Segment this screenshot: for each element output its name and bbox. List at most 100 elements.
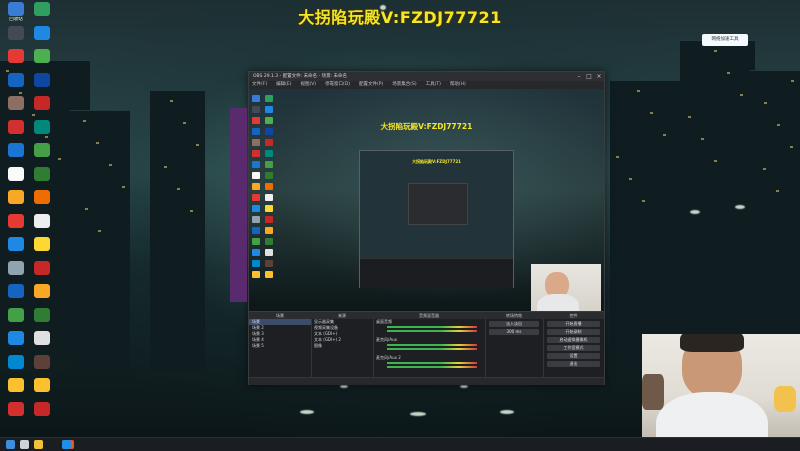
- nested-banner: 大拐陷玩殿V:FZDJ77721: [412, 159, 461, 164]
- building-window: [96, 142, 99, 144]
- start-icon[interactable]: [6, 440, 15, 449]
- app-icon: [8, 143, 24, 157]
- minimize-icon[interactable]: –: [574, 72, 584, 81]
- preview-desktop-icon: [252, 106, 260, 113]
- preview-desktop-icon: [265, 260, 273, 267]
- ceiling-light: [340, 385, 348, 388]
- preview-desktop-icon: [252, 183, 260, 190]
- building-window: [727, 72, 730, 74]
- preview-desktop-icon: [252, 128, 260, 135]
- close-icon[interactable]: ×: [594, 72, 604, 81]
- ceiling-light: [735, 205, 745, 209]
- obs-menu-bar: 文件(F) 编辑(E) 视图(V) 停靠窗口(D) 配置文件(P) 场景集合(S) 工具(T…: [249, 81, 604, 89]
- app-icon: [34, 25, 50, 40]
- obs-menu-item[interactable]: 工具(T): [426, 82, 441, 87]
- source-item[interactable]: 图像: [311, 343, 373, 349]
- app-icon: [34, 119, 50, 134]
- maximize-icon[interactable]: □: [584, 72, 594, 81]
- app-icon: [34, 96, 50, 110]
- app-icon: [8, 331, 24, 345]
- obs-menu-item[interactable]: 视图(V): [300, 82, 316, 87]
- obs-menu-item[interactable]: 文件(F): [252, 82, 267, 87]
- obs-menu-item[interactable]: 停靠窗口(D): [325, 82, 350, 87]
- app-icon: [34, 401, 50, 416]
- building-window: [790, 146, 793, 148]
- app-icon: [34, 354, 50, 369]
- audio-meter: [387, 348, 477, 350]
- app-icon: [34, 72, 50, 87]
- building-window: [109, 164, 112, 166]
- obs-menu-item[interactable]: 场景集合(S): [392, 82, 416, 87]
- preview-desktop-icon: [265, 172, 273, 179]
- preview-desktop-icon: [252, 95, 260, 102]
- sources-dock: 来源 显示器采集 视频采集设备 文本 (GDI+) 文本 (GDI+) 2 图像: [311, 312, 374, 378]
- building-window: [740, 94, 743, 96]
- nested-preview: 大拐陷玩殿V:FZDJ77721: [359, 150, 514, 288]
- app-icon: [8, 96, 24, 110]
- obs-control-button[interactable]: 开始录制: [547, 329, 600, 335]
- preview-desktop-icon: [252, 205, 260, 212]
- preview-desktop-icon: [252, 216, 260, 223]
- transition-select[interactable]: 淡入淡出: [489, 321, 539, 327]
- preview-desktop-icon: [252, 249, 260, 256]
- ceiling-light: [500, 410, 514, 414]
- building-window: [190, 210, 193, 212]
- transitions-dock-title: 转场特效: [485, 312, 543, 319]
- ceiling-light: [690, 210, 700, 214]
- transition-duration[interactable]: 300 ms: [489, 329, 539, 335]
- nested-obs-docks: [360, 258, 513, 288]
- desktop-icon[interactable]: [24, 401, 60, 432]
- sources-dock-title: 来源: [311, 312, 373, 319]
- building-window: [183, 122, 186, 124]
- obs-menu-item[interactable]: 配置文件(P): [359, 82, 383, 87]
- background-building: [750, 70, 800, 371]
- audio-meter: [387, 366, 477, 368]
- app-icon: [34, 166, 50, 181]
- obs-window[interactable]: OBS 29.1.3 - 配置文件: 未命名 - 场景: 未命名 – □ × 文…: [230, 71, 605, 385]
- floating-widget[interactable]: 网络加速工具: [702, 34, 748, 46]
- obs-title: OBS 29.1.3 - 配置文件: 未命名 - 场景: 未命名: [253, 74, 348, 79]
- explorer-icon[interactable]: [34, 440, 43, 449]
- audio-meter: [387, 344, 477, 346]
- preview-desktop-icon: [265, 194, 273, 201]
- edge-icon[interactable]: [62, 440, 71, 449]
- preview-desktop-icon: [252, 117, 260, 124]
- obs-control-button[interactable]: 启动虚拟摄像机: [547, 337, 600, 343]
- building-window: [764, 102, 767, 104]
- obs-control-button[interactable]: 设置: [547, 353, 600, 359]
- preview-desktop-icon: [265, 183, 273, 190]
- obs-menu-item[interactable]: 帮助(H): [450, 82, 466, 87]
- stream-banner: 大拐陷玩殿V:FZDJ77721: [298, 8, 502, 27]
- app-icon: [8, 166, 24, 181]
- ceiling-light: [300, 410, 314, 414]
- preview-webcam: [531, 264, 601, 311]
- obs-title-bar[interactable]: OBS 29.1.3 - 配置文件: 未命名 - 场景: 未命名 – □ ×: [249, 72, 604, 81]
- app-icon: [34, 331, 50, 345]
- scene-item[interactable]: 场景 5: [249, 343, 311, 349]
- audio-mixer-dock: 音频混音器 桌面音频 麦克风/Aux 麦克风/Aux 2: [373, 312, 486, 378]
- building-window: [170, 100, 173, 102]
- preview-desktop-icon: [252, 227, 260, 234]
- mixer-dock-title: 音频混音器: [373, 312, 485, 319]
- obs-preview[interactable]: 大拐陷玩殿V:FZDJ77721 大拐陷玩殿V:FZDJ77721: [249, 89, 604, 311]
- preview-desktop-icon: [265, 150, 273, 157]
- app-icon: [34, 143, 50, 157]
- shelf-item: [642, 374, 664, 410]
- app-icon: [34, 237, 50, 251]
- scenes-dock-title: 场景: [249, 312, 311, 319]
- preview-desktop-icon: [252, 194, 260, 201]
- preview-desktop-icon: [265, 249, 273, 256]
- app-icon: [8, 401, 24, 416]
- obs-control-button[interactable]: 退出: [547, 361, 600, 367]
- preview-desktop-icon: [265, 139, 273, 146]
- app-icon: [8, 213, 24, 228]
- preview-desktop-icon: [265, 271, 273, 278]
- search-icon[interactable]: [20, 440, 29, 449]
- obs-status-bar: [249, 377, 604, 385]
- preview-desktop-icon: [265, 128, 273, 135]
- obs-menu-item[interactable]: 编辑(E): [276, 82, 291, 87]
- obs-control-button[interactable]: 工作室模式: [547, 345, 600, 351]
- building-window: [650, 112, 653, 114]
- building-window: [777, 124, 780, 126]
- obs-control-button[interactable]: 开始直播: [547, 321, 600, 327]
